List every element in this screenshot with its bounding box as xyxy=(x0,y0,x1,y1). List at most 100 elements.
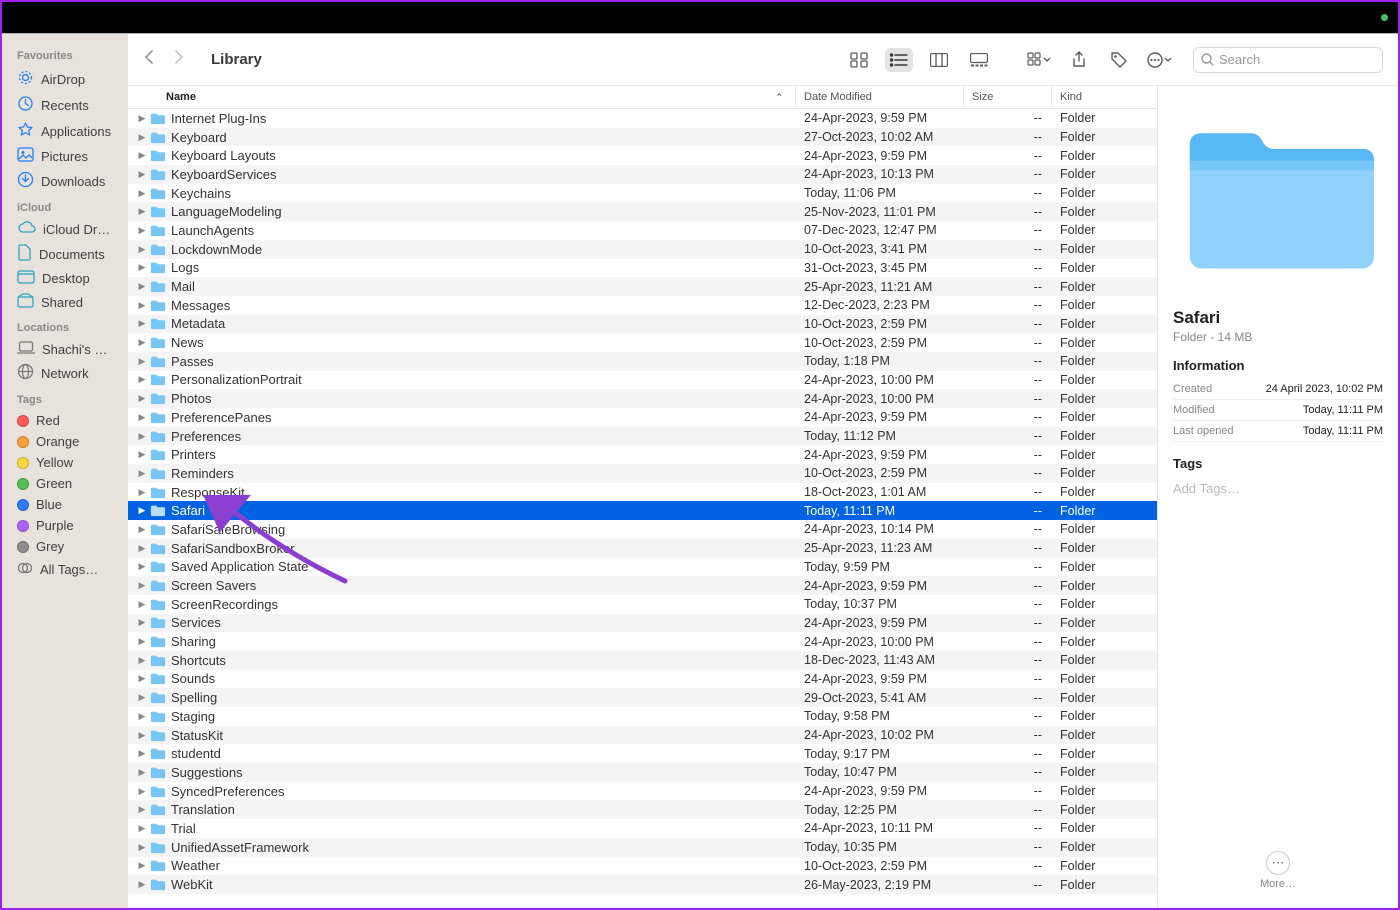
list-view-button[interactable] xyxy=(885,48,913,72)
file-row[interactable]: ▶TranslationToday, 12:25 PM--Folder xyxy=(128,800,1157,819)
disclosure-triangle-icon[interactable]: ▶ xyxy=(134,823,150,834)
forward-button[interactable] xyxy=(173,49,185,70)
disclosure-triangle-icon[interactable]: ▶ xyxy=(134,673,150,684)
disclosure-triangle-icon[interactable]: ▶ xyxy=(134,879,150,890)
file-row[interactable]: ▶StagingToday, 9:58 PM--Folder xyxy=(128,707,1157,726)
sidebar-item[interactable]: Orange xyxy=(2,431,128,452)
file-row[interactable]: ▶Shortcuts18-Dec-2023, 11:43 AM--Folder xyxy=(128,651,1157,670)
disclosure-triangle-icon[interactable]: ▶ xyxy=(134,468,150,479)
actions-button[interactable] xyxy=(1145,48,1173,72)
rows-container[interactable]: ▶Internet Plug-Ins24-Apr-2023, 9:59 PM--… xyxy=(128,109,1157,908)
sidebar-item[interactable]: Applications xyxy=(2,118,128,144)
disclosure-triangle-icon[interactable]: ▶ xyxy=(134,655,150,666)
disclosure-triangle-icon[interactable]: ▶ xyxy=(134,449,150,460)
sidebar-item[interactable]: Desktop xyxy=(2,267,128,290)
sidebar-item[interactable]: Shachi's M… xyxy=(2,338,128,360)
disclosure-triangle-icon[interactable]: ▶ xyxy=(134,337,150,348)
file-row[interactable]: ▶KeychainsToday, 11:06 PM--Folder xyxy=(128,184,1157,203)
disclosure-triangle-icon[interactable]: ▶ xyxy=(134,412,150,423)
file-row[interactable]: ▶PersonalizationPortrait24-Apr-2023, 10:… xyxy=(128,371,1157,390)
disclosure-triangle-icon[interactable]: ▶ xyxy=(134,225,150,236)
file-row[interactable]: ▶Spelling29-Oct-2023, 5:41 AM--Folder xyxy=(128,688,1157,707)
back-button[interactable] xyxy=(143,49,155,70)
file-row[interactable]: ▶PreferencesToday, 11:12 PM--Folder xyxy=(128,427,1157,446)
sidebar-item[interactable]: Green xyxy=(2,473,128,494)
file-row[interactable]: ▶LanguageModeling25-Nov-2023, 11:01 PM--… xyxy=(128,202,1157,221)
file-row[interactable]: ▶SafariSandboxBroker25-Apr-2023, 11:23 A… xyxy=(128,539,1157,558)
file-row[interactable]: ▶Screen Savers24-Apr-2023, 9:59 PM--Fold… xyxy=(128,576,1157,595)
file-row[interactable]: ▶UnifiedAssetFrameworkToday, 10:35 PM--F… xyxy=(128,838,1157,857)
disclosure-triangle-icon[interactable]: ▶ xyxy=(134,711,150,722)
file-row[interactable]: ▶WebKit26-May-2023, 2:19 PM--Folder xyxy=(128,875,1157,894)
file-row[interactable]: ▶StatusKit24-Apr-2023, 10:02 PM--Folder xyxy=(128,726,1157,745)
file-row[interactable]: ▶Logs31-Oct-2023, 3:45 PM--Folder xyxy=(128,259,1157,278)
disclosure-triangle-icon[interactable]: ▶ xyxy=(134,281,150,292)
disclosure-triangle-icon[interactable]: ▶ xyxy=(134,842,150,853)
file-row[interactable]: ▶SafariToday, 11:11 PM--Folder xyxy=(128,501,1157,520)
search-input[interactable]: Search xyxy=(1193,47,1383,73)
sidebar-item[interactable]: Downloads xyxy=(2,168,128,194)
disclosure-triangle-icon[interactable]: ▶ xyxy=(134,561,150,572)
file-row[interactable]: ▶Keyboard Layouts24-Apr-2023, 9:59 PM--F… xyxy=(128,146,1157,165)
group-by-button[interactable] xyxy=(1025,48,1053,72)
disclosure-triangle-icon[interactable]: ▶ xyxy=(134,150,150,161)
column-kind[interactable]: Kind xyxy=(1052,86,1157,108)
sidebar-item[interactable]: AirDrop xyxy=(2,66,128,92)
disclosure-triangle-icon[interactable]: ▶ xyxy=(134,393,150,404)
disclosure-triangle-icon[interactable]: ▶ xyxy=(134,300,150,311)
disclosure-triangle-icon[interactable]: ▶ xyxy=(134,786,150,797)
file-row[interactable]: ▶Photos24-Apr-2023, 10:00 PM--Folder xyxy=(128,389,1157,408)
file-row[interactable]: ▶SyncedPreferences24-Apr-2023, 9:59 PM--… xyxy=(128,782,1157,801)
disclosure-triangle-icon[interactable]: ▶ xyxy=(134,505,150,516)
sidebar-item[interactable]: Shared xyxy=(2,290,128,314)
file-row[interactable]: ▶ResponseKit18-Oct-2023, 1:01 AM--Folder xyxy=(128,483,1157,502)
file-row[interactable]: ▶Internet Plug-Ins24-Apr-2023, 9:59 PM--… xyxy=(128,109,1157,128)
disclosure-triangle-icon[interactable]: ▶ xyxy=(134,431,150,442)
column-date[interactable]: Date Modified xyxy=(796,86,964,108)
window-max-dot[interactable] xyxy=(1381,14,1388,21)
icon-view-button[interactable] xyxy=(845,48,873,72)
file-row[interactable]: ▶Services24-Apr-2023, 9:59 PM--Folder xyxy=(128,614,1157,633)
sidebar-item[interactable]: Red xyxy=(2,410,128,431)
disclosure-triangle-icon[interactable]: ▶ xyxy=(134,860,150,871)
column-name[interactable]: Name⌃ xyxy=(128,86,796,108)
disclosure-triangle-icon[interactable]: ▶ xyxy=(134,692,150,703)
sidebar-item[interactable]: Grey xyxy=(2,536,128,557)
file-row[interactable]: ▶PreferencePanes24-Apr-2023, 9:59 PM--Fo… xyxy=(128,408,1157,427)
file-row[interactable]: ▶KeyboardServices24-Apr-2023, 10:13 PM--… xyxy=(128,165,1157,184)
sidebar-item[interactable]: All Tags… xyxy=(2,557,128,582)
disclosure-triangle-icon[interactable]: ▶ xyxy=(134,244,150,255)
more-button[interactable]: ⋯ More… xyxy=(1173,851,1383,890)
sidebar-item[interactable]: Blue xyxy=(2,494,128,515)
disclosure-triangle-icon[interactable]: ▶ xyxy=(134,767,150,778)
file-row[interactable]: ▶LockdownMode10-Oct-2023, 3:41 PM--Folde… xyxy=(128,240,1157,259)
sidebar-item[interactable]: Pictures xyxy=(2,144,128,168)
disclosure-triangle-icon[interactable]: ▶ xyxy=(134,487,150,498)
file-row[interactable]: ▶LaunchAgents07-Dec-2023, 12:47 PM--Fold… xyxy=(128,221,1157,240)
sidebar-item[interactable]: Network xyxy=(2,360,128,386)
file-row[interactable]: ▶studentdToday, 9:17 PM--Folder xyxy=(128,744,1157,763)
tags-input[interactable]: Add Tags… xyxy=(1173,481,1383,496)
disclosure-triangle-icon[interactable]: ▶ xyxy=(134,599,150,610)
file-row[interactable]: ▶Trial24-Apr-2023, 10:11 PM--Folder xyxy=(128,819,1157,838)
disclosure-triangle-icon[interactable]: ▶ xyxy=(134,262,150,273)
disclosure-triangle-icon[interactable]: ▶ xyxy=(134,169,150,180)
file-row[interactable]: ▶SuggestionsToday, 10:47 PM--Folder xyxy=(128,763,1157,782)
file-row[interactable]: ▶Metadata10-Oct-2023, 2:59 PM--Folder xyxy=(128,315,1157,334)
sidebar-item[interactable]: Documents xyxy=(2,241,128,267)
disclosure-triangle-icon[interactable]: ▶ xyxy=(134,318,150,329)
file-row[interactable]: ▶Printers24-Apr-2023, 9:59 PM--Folder xyxy=(128,445,1157,464)
file-row[interactable]: ▶Messages12-Dec-2023, 2:23 PM--Folder xyxy=(128,296,1157,315)
sidebar-item[interactable]: Recents xyxy=(2,92,128,118)
sidebar-item[interactable]: Yellow xyxy=(2,452,128,473)
gallery-view-button[interactable] xyxy=(965,48,993,72)
disclosure-triangle-icon[interactable]: ▶ xyxy=(134,804,150,815)
column-headers[interactable]: Name⌃ Date Modified Size Kind xyxy=(128,86,1157,109)
sidebar-item[interactable]: iCloud Drive xyxy=(2,218,128,241)
file-row[interactable]: ▶Saved Application StateToday, 9:59 PM--… xyxy=(128,558,1157,577)
disclosure-triangle-icon[interactable]: ▶ xyxy=(134,206,150,217)
disclosure-triangle-icon[interactable]: ▶ xyxy=(134,636,150,647)
file-row[interactable]: ▶Reminders10-Oct-2023, 2:59 PM--Folder xyxy=(128,464,1157,483)
file-row[interactable]: ▶Sharing24-Apr-2023, 10:00 PM--Folder xyxy=(128,632,1157,651)
disclosure-triangle-icon[interactable]: ▶ xyxy=(134,524,150,535)
